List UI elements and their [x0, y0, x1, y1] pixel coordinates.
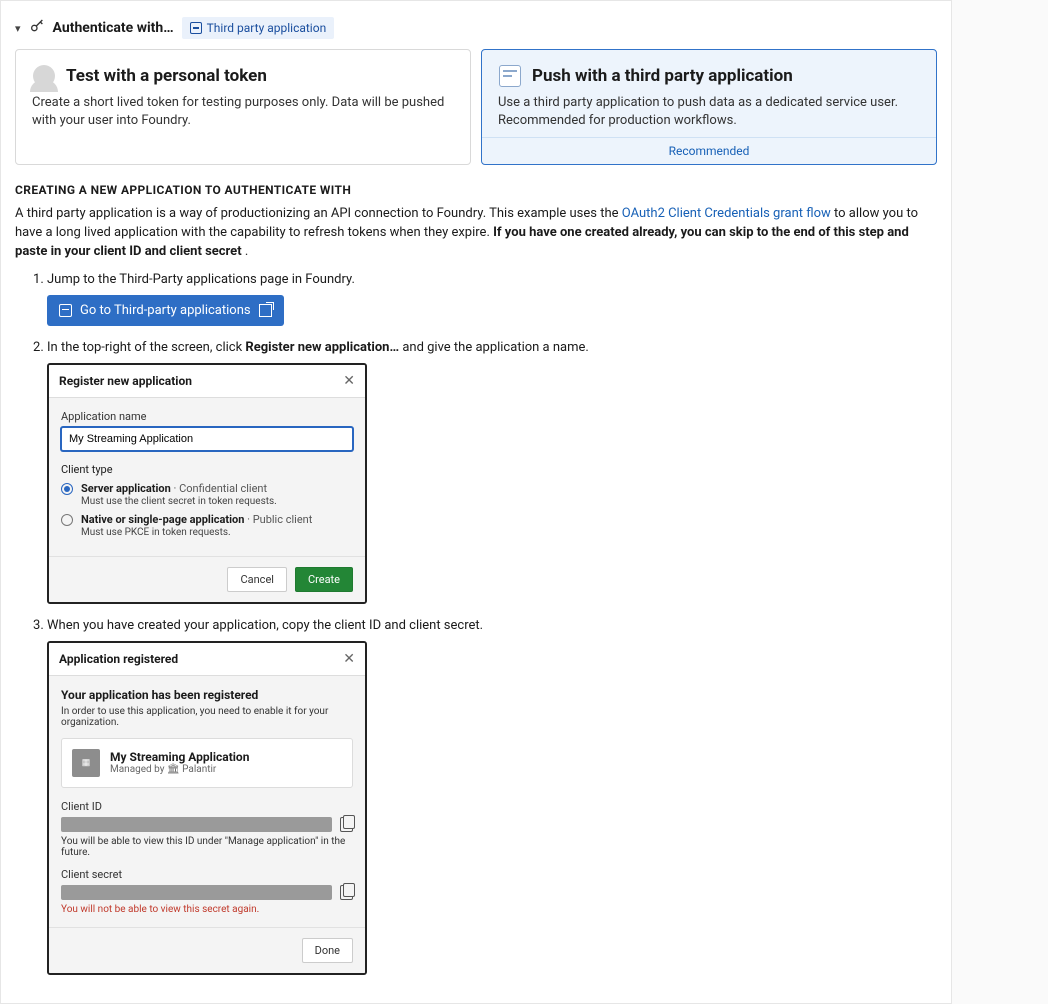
client-id-label: Client ID	[61, 800, 353, 813]
register-app-dialog-screenshot: Register new application ✕ Application n…	[47, 363, 367, 604]
app-icon	[498, 64, 522, 88]
instruction-steps: Jump to the Third-Party applications pag…	[15, 272, 937, 975]
step-3: When you have created your application, …	[47, 618, 937, 975]
third-party-application-chip[interactable]: Third party application	[182, 17, 335, 39]
section-title: CREATING A NEW APPLICATION TO AUTHENTICA…	[15, 183, 937, 197]
step-text: Jump to the Third-Party applications pag…	[47, 272, 355, 287]
create-button[interactable]: Create	[295, 567, 353, 592]
step-1: Jump to the Third-Party applications pag…	[47, 272, 937, 326]
client-secret-hint: You will not be able to view this secret…	[61, 904, 353, 915]
managed-by-text: Managed by 🏛 Palantir	[110, 764, 249, 775]
registered-app-card: ▦ My Streaming Application Managed by 🏛 …	[61, 738, 353, 788]
option-title: Server application	[81, 482, 171, 495]
copy-client-id-icon[interactable]	[340, 817, 353, 832]
registered-subtext: In order to use this application, you ne…	[61, 706, 353, 728]
option-title: Native or single-page application	[81, 513, 244, 526]
client-id-hint: You will be able to view this ID under "…	[61, 836, 353, 858]
page-title: Authenticate with…	[53, 20, 174, 36]
intro-paragraph: A third party application is a way of pr…	[15, 205, 937, 262]
option-subtext: Must use the client secret in token requ…	[81, 496, 277, 507]
step-text: When you have created your application, …	[47, 618, 483, 633]
external-link-icon	[259, 304, 272, 317]
card-title: Push with a third party application	[532, 66, 793, 86]
close-icon[interactable]: ✕	[343, 373, 355, 389]
app-image-icon: ▦	[72, 749, 100, 777]
key-icon	[29, 18, 45, 38]
text: and give the application a name.	[402, 340, 589, 355]
option-subtext: Must use PKCE in token requests.	[81, 527, 312, 538]
auth-option-cards: Test with a personal token Create a shor…	[15, 49, 937, 165]
button-label: Go to Third-party applications	[80, 303, 251, 318]
card-body: Use a third party application to push da…	[498, 94, 920, 129]
option-note: · Public client	[244, 513, 312, 526]
text: .	[245, 244, 248, 259]
auth-header: ▾ Authenticate with… Third party applica…	[15, 15, 937, 49]
client-secret-label: Client secret	[61, 868, 353, 881]
dialog-title: Register new application	[59, 374, 192, 388]
app-registered-dialog-screenshot: Application registered ✕ Your applicatio…	[47, 641, 367, 975]
oauth-credentials-link[interactable]: OAuth2 Client Credentials grant flow	[622, 206, 831, 221]
step-2: In the top-right of the screen, click Re…	[47, 340, 937, 604]
card-title: Test with a personal token	[66, 66, 267, 86]
chip-label: Third party application	[207, 21, 327, 35]
radio-selected-icon	[61, 483, 73, 495]
option-note: · Confidential client	[171, 482, 267, 495]
app-icon	[190, 22, 202, 34]
card-body: Create a short lived token for testing p…	[32, 94, 454, 129]
text-bold: Register new application…	[245, 340, 399, 355]
registered-title: Your application has been registered	[61, 688, 353, 702]
app-icon	[59, 304, 72, 317]
cancel-button[interactable]: Cancel	[227, 567, 286, 592]
user-icon	[32, 64, 56, 88]
client-id-field[interactable]	[61, 817, 332, 832]
app-name-label: Application name	[61, 410, 353, 423]
go-to-third-party-apps-button[interactable]: Go to Third-party applications	[47, 295, 284, 326]
dialog-title: Application registered	[59, 652, 178, 666]
option-third-party-app-card[interactable]: Push with a third party application Use …	[481, 49, 937, 165]
text: In the top-right of the screen, click	[47, 340, 245, 355]
client-type-label: Client type	[61, 463, 353, 476]
registered-app-name: My Streaming Application	[110, 750, 249, 764]
copy-client-secret-icon[interactable]	[340, 885, 353, 900]
radio-unselected-icon	[61, 514, 73, 526]
option-personal-token-card[interactable]: Test with a personal token Create a shor…	[15, 49, 471, 165]
client-secret-field[interactable]	[61, 885, 332, 900]
text: A third party application is a way of pr…	[15, 206, 622, 221]
recommended-badge: Recommended	[482, 137, 936, 164]
application-name-input[interactable]	[61, 427, 353, 451]
client-type-native-option[interactable]: Native or single-page application · Publ…	[61, 513, 353, 538]
client-type-server-option[interactable]: Server application · Confidential client…	[61, 482, 353, 507]
chevron-down-icon[interactable]: ▾	[15, 22, 21, 35]
close-icon[interactable]: ✕	[343, 651, 355, 667]
done-button[interactable]: Done	[302, 938, 353, 963]
